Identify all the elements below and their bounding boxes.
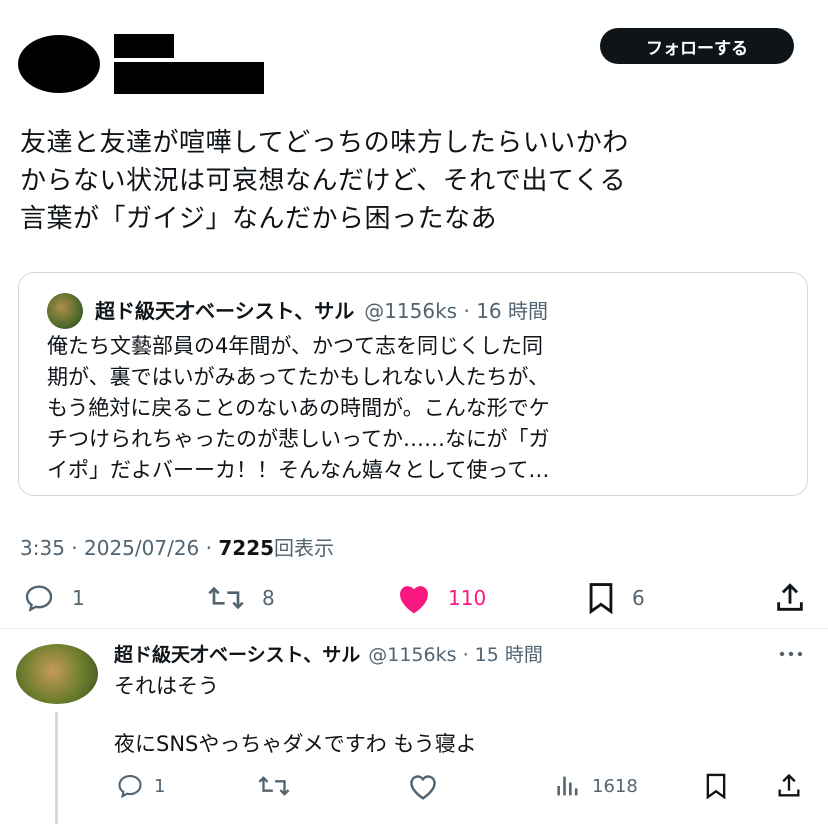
tweet-date[interactable]: 2025/07/26 [84,536,199,560]
tweet-line: 友達と友達が喧嘩してどっちの味方したらいいかわ [20,128,629,158]
author-handle-redacted [114,62,264,94]
reply-retweet-button[interactable] [256,766,292,806]
retweet-button[interactable]: 8 [204,578,275,618]
bookmark-icon [584,581,618,615]
share-icon [772,581,808,615]
separator-dot: · [205,536,212,560]
bookmark-button[interactable]: 6 [584,578,645,618]
reply-header: 超ド級天才ベーシスト、サル @1156ks · 15 時間 [114,640,543,670]
reply-author-avatar[interactable] [16,644,98,704]
quoted-tweet-time: 16 時間 [476,299,548,323]
reply-views-count: 1618 [592,775,638,797]
analytics-icon [554,772,582,800]
reply-button[interactable]: 1 [20,578,85,618]
reply-reply-button[interactable]: 1 [114,766,165,806]
separator-dot: · [71,536,78,560]
reply-author-name[interactable]: 超ド級天才ベーシスト、サル [114,644,360,666]
bookmark-count: 6 [632,586,645,610]
retweet-icon [256,772,292,800]
tweet-line: 言葉が「ガイジ」なんだから困ったなあ [20,204,498,234]
quoted-line: チつけられちゃったのが悲しいってか……なにが「ガ [47,427,550,451]
quoted-tweet-card[interactable]: 超ド級天才ベーシスト、サル @1156ks · 16 時間 俺たち文藝部員の4年間… [18,272,808,496]
quoted-tweet-text: 俺たち文藝部員の4年間が、かつて志を同じくした同 期が、裏ではいがみあってたかも… [47,331,787,486]
reply-like-button[interactable] [406,766,440,806]
reply-share-button[interactable] [774,766,804,806]
reply-action-bar: 1 1618 [0,766,828,802]
retweet-icon [204,582,248,614]
reply-time[interactable]: 15 時間 [475,644,543,666]
like-button[interactable]: 110 [394,578,486,618]
tweet-text: 友達と友達が喧嘩してどっちの味方したらいいかわ からない状況は可哀想なんだけど、… [20,124,810,238]
views-count: 7225 [218,536,275,560]
share-icon [774,772,804,800]
more-options-icon[interactable] [776,644,806,668]
separator-dot: · [462,644,469,666]
author-name-redacted[interactable] [114,34,174,58]
quoted-author-name: 超ド級天才ベーシスト、サル [95,299,355,323]
author-avatar-redacted[interactable] [18,35,100,93]
tweet-metadata: 3:35 · 2025/07/26 · 7225回表示 [20,532,334,561]
separator-dot: · [463,299,470,323]
reply-icon [20,582,58,614]
retweet-count: 8 [262,586,275,610]
reply-bookmark-button[interactable] [702,766,730,806]
quoted-line: もう絶対に戻ることのないあの時間が。こんな形でケ [47,396,550,420]
like-count: 110 [448,586,487,610]
divider [0,628,828,629]
quoted-tweet-header: 超ド級天才ベーシスト、サル @1156ks · 16 時間 [95,293,548,329]
reply-count: 1 [72,586,85,610]
bookmark-icon [702,772,730,800]
views-label: 回表示 [274,536,335,560]
follow-button[interactable]: フォローする [600,28,794,64]
reply-reply-count: 1 [154,775,166,797]
heart-icon [394,581,434,615]
share-button[interactable] [772,578,808,618]
heart-outline-icon [406,771,440,801]
reply-text-line: それはそう [114,674,219,698]
reply-text-line: 夜にSNSやっちゃダメですわ もう寝よ [114,732,477,756]
quoted-author-avatar [47,293,83,329]
reply-icon [114,772,146,800]
reply-author-handle[interactable]: @1156ks [368,644,456,666]
quoted-author-handle: @1156ks [364,299,458,323]
tweet-line: からない状況は可哀想なんだけど、それで出てくる [20,166,627,196]
reply-views-button[interactable]: 1618 [554,766,638,806]
quoted-line: 期が、裏ではいがみあってたかもしれない人たちが、 [47,365,550,389]
quoted-line: 俺たち文藝部員の4年間が、かつて志を同じくした同 [47,334,543,358]
tweet-time[interactable]: 3:35 [20,536,65,560]
quoted-line: イポ」だよバーーカ！！そんなん嬉々として使って… [47,458,550,482]
tweet-action-bar: 1 8 110 6 [0,578,828,618]
